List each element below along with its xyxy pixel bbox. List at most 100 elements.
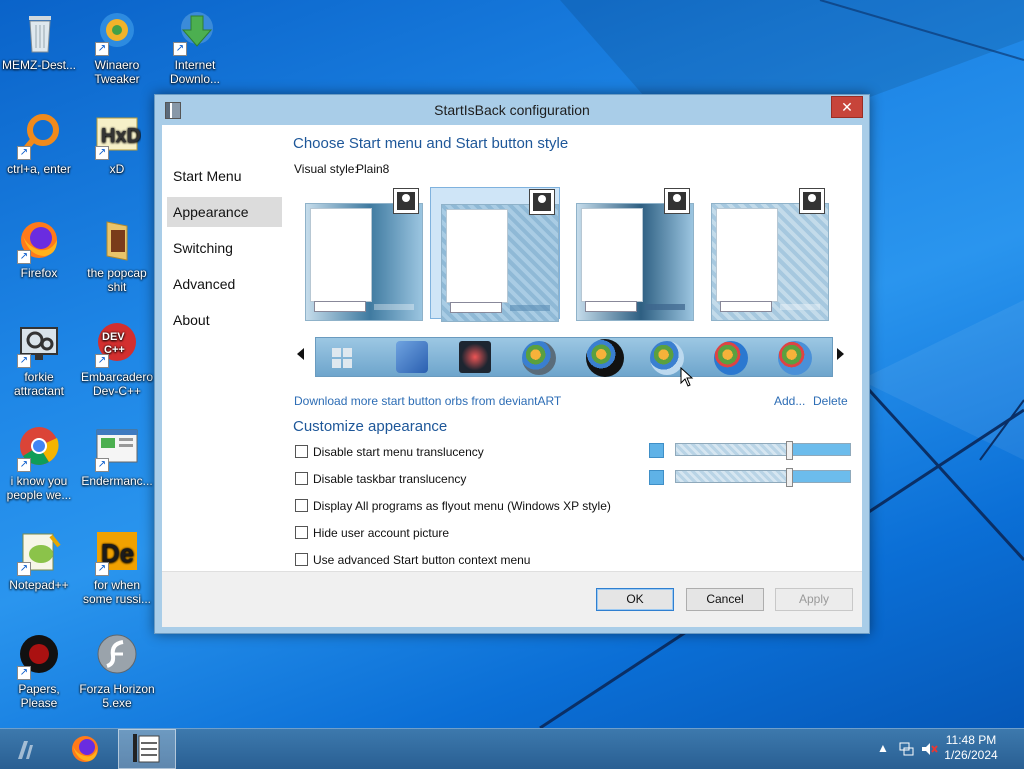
desktop-icon-forkie[interactable]: ↗ forkie attractant [0,320,78,398]
orange-ring-icon: ↗ [15,112,63,160]
recycle-bin-icon [15,8,63,56]
shortcut-arrow-icon: ↗ [95,146,109,160]
option-disable-taskbar-translucency[interactable]: Disable taskbar translucency [295,472,466,488]
orb-win8-blue-icon[interactable] [396,341,428,373]
chrome-icon: ↗ [15,424,63,472]
desktop-icon-forza[interactable]: Forza Horizon 5.exe [78,632,156,710]
desktop-icon-label: xD [109,162,125,176]
desktop-icon-label: Endermanc... [81,474,153,488]
clock-date: 1/26/2024 [944,748,998,762]
desktop-icon-label: Internet Downlo... [169,58,221,86]
orb-win7-black-icon[interactable] [586,339,624,377]
nav-advanced[interactable]: Advanced [167,269,282,299]
desktop-icon-label: Embarcadero Dev-C++ [80,370,154,398]
title-bar[interactable]: StartIsBack configuration ✕ [155,95,869,125]
orb-win7-grey-icon[interactable] [522,341,556,375]
desktop-icon-notepadpp[interactable]: ↗ Notepad++ [0,528,78,592]
apply-button[interactable]: Apply [775,588,853,611]
add-orb-link[interactable]: Add... [774,394,805,408]
desktop-icon-devcpp[interactable]: DEV C++ ↗ Embarcadero Dev-C++ [78,320,156,398]
start-button[interactable] [6,729,46,769]
option-label: Disable taskbar translucency [313,472,467,486]
taskbar-startisback-config[interactable] [118,729,176,769]
user-avatar-icon [529,189,555,215]
taskbar: ▲ 11:48 PM 1/26/2024 [0,728,1024,769]
option-hide-user-picture[interactable]: Hide user account picture [295,526,449,542]
desktop-icon-de-app[interactable]: De ↗ for when some russi... [78,528,156,606]
desktop-icon-chrome[interactable]: ↗ i know you people we... [0,424,78,502]
cancel-button[interactable]: Cancel [686,588,764,611]
flash-icon [93,632,141,680]
orbs-scroll-left-icon[interactable] [297,348,304,360]
orbs-scroll-right-icon[interactable] [837,348,844,360]
desktop-icon-firefox[interactable]: ↗ Firefox [0,216,78,280]
desktop-icon-popcap[interactable]: the popcap shit [78,216,156,294]
slider-thumb[interactable] [786,441,793,460]
taskbar-translucency-slider[interactable] [649,468,853,487]
desktop-icon-xd[interactable]: HxD ↗ xD [78,112,156,176]
devcpp-icon: DEV C++ ↗ [93,320,141,368]
desktop-icon-idm[interactable]: ↗ Internet Downlo... [156,8,234,86]
shortcut-arrow-icon: ↗ [17,146,31,160]
nav-start-menu[interactable]: Start Menu [167,161,282,191]
color-swatch[interactable] [649,470,664,485]
shortcut-arrow-icon: ↗ [173,42,187,56]
shortcut-arrow-icon: ↗ [95,42,109,56]
window-title: StartIsBack configuration [434,102,590,118]
style-card-1[interactable] [295,187,425,321]
shortcut-arrow-icon: ↗ [17,354,31,368]
desktop-icon-endermanch[interactable]: ↗ Endermanc... [78,424,156,488]
taskbar-clock[interactable]: 11:48 PM 1/26/2024 [936,733,1006,763]
orb-win7-light-icon[interactable] [650,341,684,375]
nav-about[interactable]: About [167,305,282,335]
option-label: Hide user account picture [313,526,450,540]
orb-dark-square-icon[interactable] [459,341,491,373]
option-flyout-all-programs[interactable]: Display All programs as flyout menu (Win… [295,499,611,515]
checkbox[interactable] [295,499,308,512]
startisback-config-window: StartIsBack configuration ✕ Start Menu A… [154,94,870,634]
style-card-4[interactable] [701,187,831,321]
checkbox[interactable] [295,526,308,539]
delete-orb-link[interactable]: Delete [813,394,848,408]
option-advanced-context-menu[interactable]: Use advanced Start button context menu [295,553,530,569]
checkbox[interactable] [295,553,308,566]
desktop-icon-label: Notepad++ [9,578,69,592]
svg-text:HxD: HxD [101,125,141,147]
checkbox[interactable] [295,445,308,458]
desktop-icon-ctrl-a[interactable]: ↗ ctrl+a, enter [0,112,78,176]
shortcut-arrow-icon: ↗ [95,458,109,472]
orb-win7-blue-icon[interactable] [714,341,748,375]
shortcut-arrow-icon: ↗ [95,354,109,368]
start-menu-translucency-slider[interactable] [649,441,853,460]
nav-appearance[interactable]: Appearance [167,197,282,227]
nav-switching[interactable]: Switching [167,233,282,263]
checkbox[interactable] [295,472,308,485]
desktop-icon-papers-please[interactable]: ↗ Papers, Please [0,632,78,710]
option-disable-start-translucency[interactable]: Disable start menu translucency [295,445,484,461]
papers-please-icon: ↗ [15,632,63,680]
orb-win7-classic-icon[interactable] [778,341,812,375]
notepadpp-icon: ↗ [15,528,63,576]
internet-download-manager-icon: ↗ [171,8,219,56]
section-title-customize: Customize appearance [293,418,448,435]
firefox-icon [72,736,98,762]
desktop-icon-memz[interactable]: MEMZ-Dest... [0,8,78,72]
color-swatch[interactable] [649,443,664,458]
download-orbs-link[interactable]: Download more start button orbs from dev… [294,394,561,408]
option-label: Disable start menu translucency [313,445,484,459]
desktop-icon-winaero[interactable]: ↗ Winaero Tweaker [78,8,156,86]
taskbar-firefox[interactable] [62,729,108,769]
shortcut-arrow-icon: ↗ [17,250,31,264]
tray-overflow-chevron-icon[interactable]: ▲ [877,741,889,755]
ok-button[interactable]: OK [596,588,674,611]
desktop-icon-label: forkie attractant [13,370,65,398]
style-card-3[interactable] [566,187,696,321]
orb-metro-tiles-icon[interactable] [332,348,352,368]
visual-style-label: Visual style: [294,162,358,176]
style-card-2[interactable] [430,187,560,322]
shortcut-arrow-icon: ↗ [17,562,31,576]
slider-thumb[interactable] [786,468,793,487]
close-button[interactable]: ✕ [831,96,863,118]
network-icon[interactable] [898,741,914,757]
window-client-area: Start Menu Appearance Switching Advanced… [162,125,862,627]
